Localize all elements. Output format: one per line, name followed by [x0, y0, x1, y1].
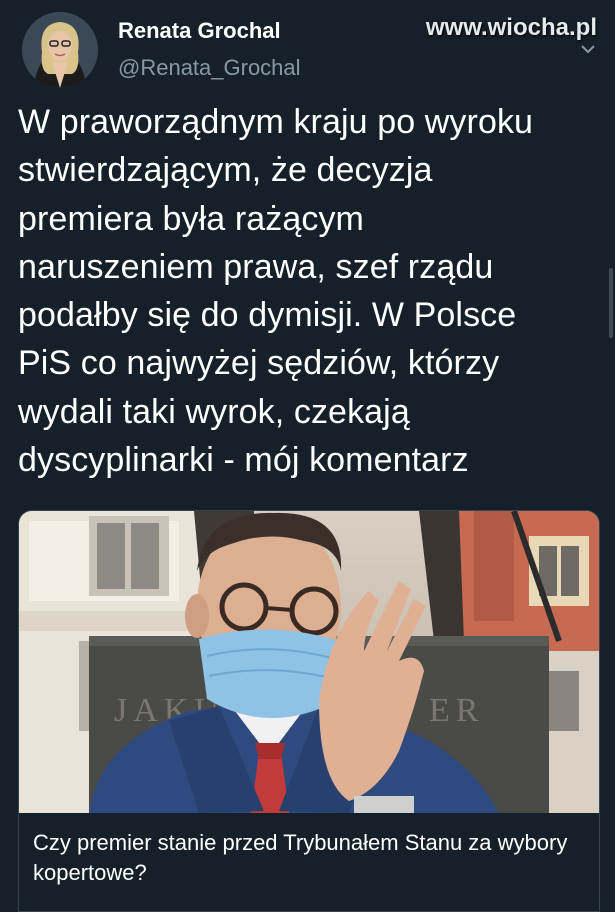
- profile-photo-icon: [22, 12, 98, 88]
- author-handle[interactable]: @Renata_Grochal: [118, 55, 301, 81]
- card-image[interactable]: JAKU ER: [19, 511, 599, 813]
- tweet-text: W praworządnym kraju po wyroku stwierdza…: [18, 103, 534, 480]
- author-avatar[interactable]: [22, 12, 98, 88]
- chevron-down-icon[interactable]: [577, 38, 599, 60]
- scrollbar-thumb[interactable]: [609, 268, 613, 338]
- man-in-face-mask-photo-icon: JAKU ER: [19, 511, 599, 813]
- tweet-header: Renata Grochal @Renata_Grochal www.wioch…: [0, 0, 615, 100]
- card-title[interactable]: Czy premier stanie przed Trybunałem Stan…: [33, 828, 585, 888]
- svg-text:ER: ER: [429, 692, 484, 729]
- author-display-name[interactable]: Renata Grochal: [118, 18, 281, 44]
- link-preview-card[interactable]: JAKU ER Czy premier stanie przed Trybuna…: [18, 510, 600, 912]
- site-watermark: www.wiocha.pl: [425, 14, 597, 41]
